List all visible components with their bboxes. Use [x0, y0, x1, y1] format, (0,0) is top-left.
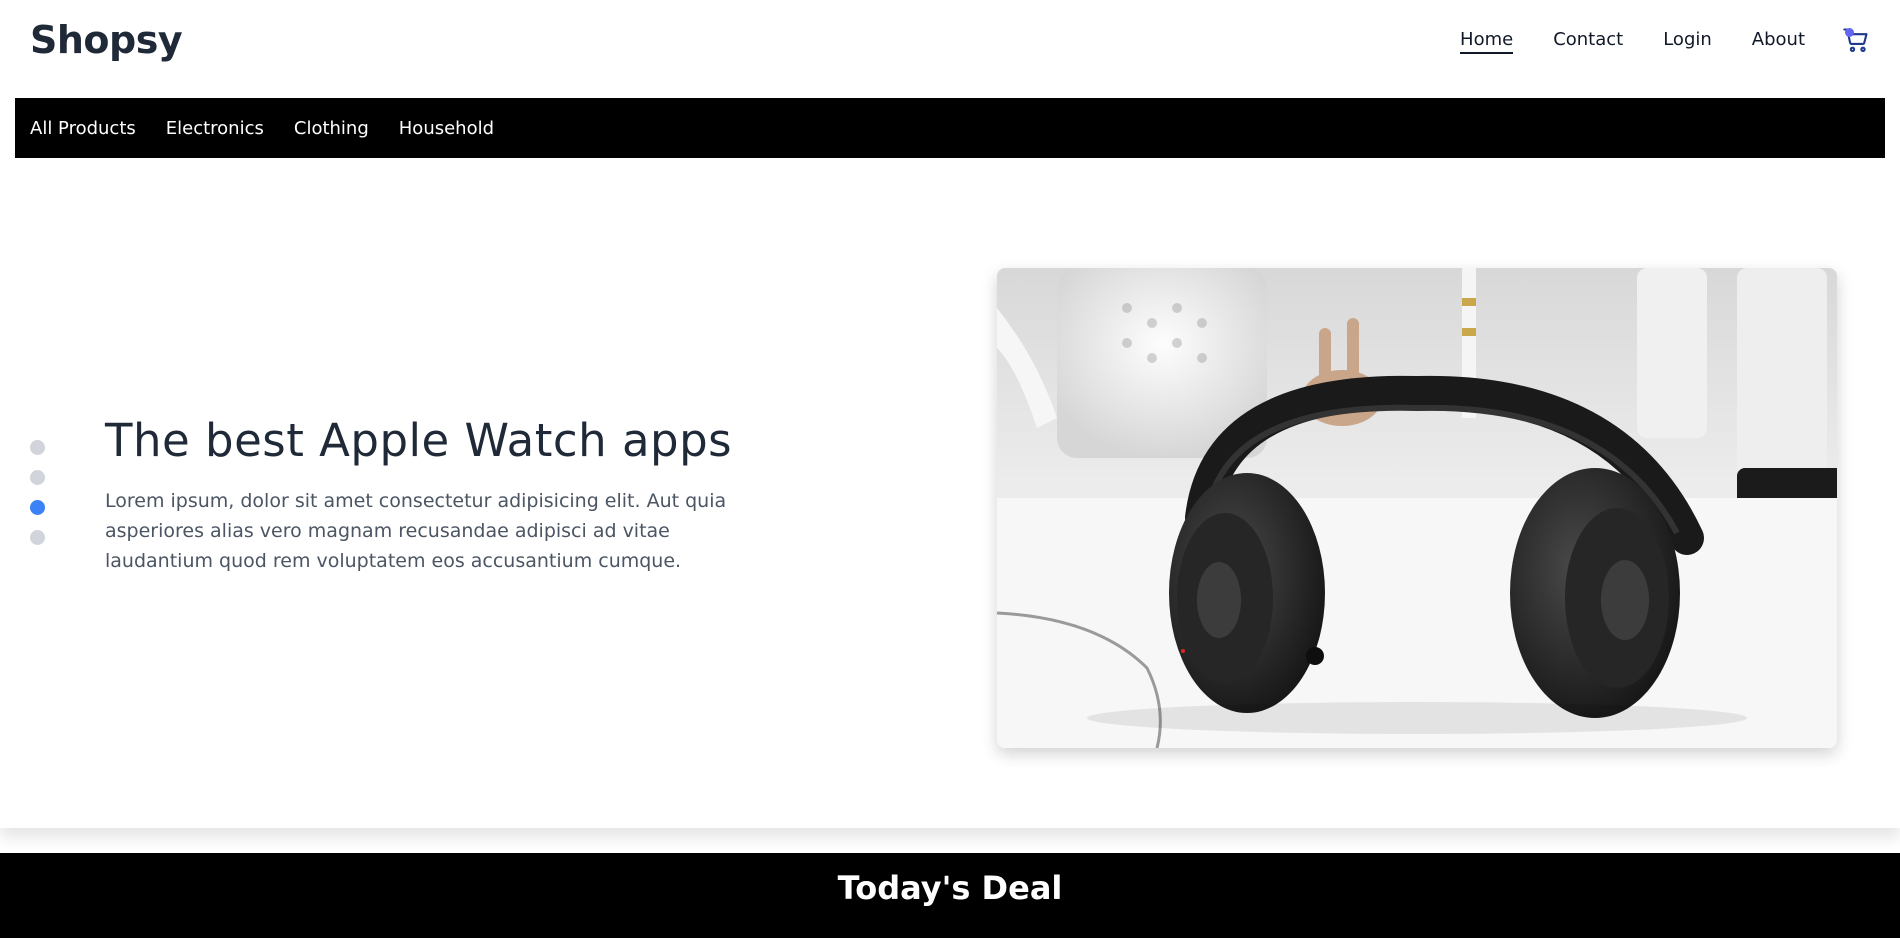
site-logo[interactable]: Shopsy: [30, 18, 183, 62]
page: Shopsy Home Contact Login About All Prod…: [0, 0, 1900, 938]
nav-about-link[interactable]: About: [1752, 29, 1805, 54]
slider-dot-4[interactable]: [30, 530, 45, 545]
category-clothing[interactable]: Clothing: [294, 118, 369, 139]
category-bar: All Products Electronics Clothing Househ…: [15, 98, 1885, 158]
nav-home-link[interactable]: Home: [1460, 29, 1514, 54]
slider-dot-2[interactable]: [30, 470, 45, 485]
nav-contact-link[interactable]: Contact: [1553, 29, 1623, 54]
slider-dot-1[interactable]: [30, 440, 45, 455]
todays-deal-title: Today's Deal: [837, 869, 1063, 907]
hero-title: The best Apple Watch apps: [105, 414, 733, 467]
top-navigation: Home Contact Login About: [1420, 29, 1805, 54]
slider-dots: [30, 440, 45, 560]
slider-dot-3[interactable]: [30, 500, 45, 515]
hero-description: Lorem ipsum, dolor sit amet consectetur …: [105, 490, 727, 572]
site-header: Shopsy Home Contact Login About: [0, 0, 1900, 98]
category-household[interactable]: Household: [399, 118, 494, 139]
hero-headphones-image: [997, 268, 1837, 748]
category-electronics[interactable]: Electronics: [166, 118, 264, 139]
cart-badge: [1845, 28, 1854, 37]
category-all-products[interactable]: All Products: [30, 118, 136, 139]
nav-login-link[interactable]: Login: [1663, 29, 1712, 54]
todays-deal-section: Today's Deal: [0, 853, 1900, 938]
